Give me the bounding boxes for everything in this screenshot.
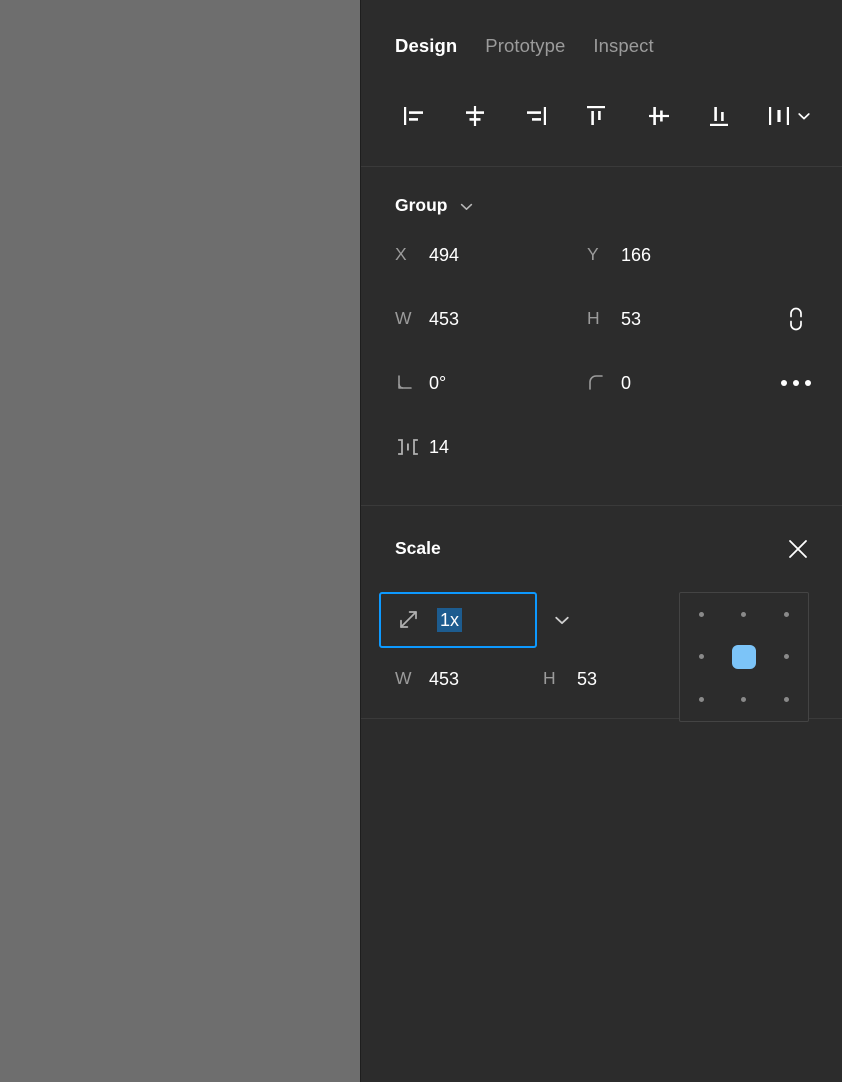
align-right-icon	[522, 102, 550, 130]
anchor-dot-icon	[784, 654, 790, 660]
align-left-button[interactable]	[391, 93, 437, 139]
corner-radius-value[interactable]: 0	[621, 374, 631, 392]
align-bottom-icon	[706, 102, 734, 130]
distribute-button[interactable]	[758, 93, 820, 139]
anchor-top-center[interactable]	[723, 593, 766, 636]
height-label: H	[587, 308, 600, 329]
scale-input[interactable]: 1x	[379, 592, 537, 648]
y-field[interactable]: Y 166	[587, 246, 779, 264]
align-top-icon	[583, 102, 611, 130]
corner-radius-icon	[587, 373, 621, 393]
scale-body: 1x W 453 H 53	[361, 570, 842, 722]
group-chevron-down-icon[interactable]	[458, 198, 475, 215]
distribute-chevron-down-icon	[796, 108, 812, 124]
close-icon	[785, 536, 811, 562]
align-vertical-centers-button[interactable]	[636, 93, 682, 139]
scale-size-row: W 453 H 53	[379, 670, 597, 688]
group-title: Group	[395, 195, 448, 216]
anchor-dot-icon	[784, 611, 790, 617]
broken-link-icon	[785, 304, 807, 334]
spacing-value[interactable]: 14	[429, 438, 449, 456]
x-value[interactable]: 494	[429, 246, 459, 264]
horizontal-spacing-icon	[395, 437, 429, 457]
scale-controls: 1x W 453 H 53	[361, 592, 597, 688]
angle-icon	[395, 373, 429, 393]
scale-diagonal-arrow-icon	[395, 607, 421, 633]
y-value[interactable]: 166	[621, 246, 651, 264]
scale-height-value[interactable]: 53	[577, 670, 597, 688]
more-options-button[interactable]	[778, 365, 814, 401]
position-row: X 494 Y 166	[361, 223, 842, 287]
anchor-dot-icon	[741, 611, 747, 617]
size-row: W 453 H 53	[361, 287, 842, 351]
scale-input-row: 1x	[379, 592, 597, 648]
tab-design[interactable]: Design	[395, 36, 457, 56]
anchor-selected-icon	[731, 644, 756, 669]
rotation-radius-row: 0° 0	[361, 351, 842, 415]
scale-dropdown-button[interactable]	[541, 597, 583, 643]
group-properties-section: Group X 494 Y 166 W 453 H 53 0° 0 14	[361, 167, 842, 506]
align-bottom-button[interactable]	[697, 93, 743, 139]
ellipsis-icon	[781, 380, 811, 386]
width-value[interactable]: 453	[429, 310, 459, 328]
align-horizontal-centers-icon	[461, 102, 489, 130]
spacing-field[interactable]: 14	[395, 437, 587, 457]
scale-height-label: H	[543, 668, 556, 689]
y-label: Y	[587, 244, 599, 265]
anchor-middle-left[interactable]	[680, 636, 723, 679]
constrain-proportions-button[interactable]	[778, 301, 814, 337]
scale-height-field[interactable]: H 53	[543, 670, 597, 688]
properties-panel: Design Prototype Inspect Group X 494 Y 1…	[360, 0, 842, 1082]
scale-width-label: W	[395, 668, 412, 689]
height-field[interactable]: H 53	[587, 310, 779, 328]
anchor-bottom-right[interactable]	[765, 678, 808, 721]
anchor-dot-icon	[741, 697, 747, 703]
scale-input-value[interactable]: 1x	[437, 607, 463, 633]
anchor-middle-right[interactable]	[765, 636, 808, 679]
scale-header: Scale	[361, 528, 842, 570]
scale-width-field[interactable]: W 453	[395, 670, 543, 688]
anchor-dot-icon	[698, 697, 704, 703]
align-right-button[interactable]	[513, 93, 559, 139]
tab-prototype[interactable]: Prototype	[485, 36, 565, 56]
align-top-button[interactable]	[574, 93, 620, 139]
align-left-icon	[400, 102, 428, 130]
height-value[interactable]: 53	[621, 310, 641, 328]
alignment-toolbar	[361, 66, 842, 166]
panel-empty-area	[361, 719, 842, 1082]
app-root: Design Prototype Inspect Group X 494 Y 1…	[0, 0, 842, 1082]
distribute-icon	[766, 102, 792, 130]
align-horizontal-centers-button[interactable]	[452, 93, 498, 139]
anchor-dot-icon	[784, 697, 790, 703]
scale-anchor-grid[interactable]	[679, 592, 809, 722]
x-field[interactable]: X 494	[395, 246, 587, 264]
anchor-dot-icon	[698, 611, 704, 617]
rotation-value[interactable]: 0°	[429, 374, 446, 392]
anchor-center[interactable]	[723, 636, 766, 679]
spacing-row: 14	[361, 415, 842, 479]
scale-section: Scale 1x W 453 H 53	[361, 506, 842, 722]
tab-inspect[interactable]: Inspect	[593, 36, 653, 56]
anchor-bottom-left[interactable]	[680, 678, 723, 721]
design-canvas[interactable]	[0, 0, 360, 1082]
width-label: W	[395, 308, 412, 329]
anchor-top-right[interactable]	[765, 593, 808, 636]
x-label: X	[395, 244, 407, 265]
panel-header-section: Design Prototype Inspect	[361, 0, 842, 167]
panel-tabs: Design Prototype Inspect	[361, 0, 842, 66]
group-header[interactable]: Group	[361, 189, 842, 223]
width-field[interactable]: W 453	[395, 310, 587, 328]
scale-chevron-down-icon	[552, 610, 572, 630]
scale-close-button[interactable]	[780, 531, 816, 567]
anchor-dot-icon	[698, 654, 704, 660]
anchor-top-left[interactable]	[680, 593, 723, 636]
scale-width-value[interactable]: 453	[429, 670, 459, 688]
rotation-field[interactable]: 0°	[395, 373, 587, 393]
corner-radius-field[interactable]: 0	[587, 373, 779, 393]
scale-title: Scale	[395, 538, 441, 559]
align-vertical-centers-icon	[645, 102, 673, 130]
anchor-bottom-center[interactable]	[723, 678, 766, 721]
